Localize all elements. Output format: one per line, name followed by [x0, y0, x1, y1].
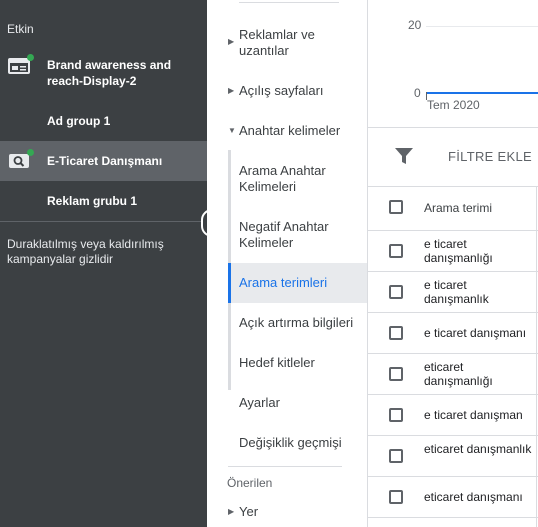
row-checkbox[interactable]: [389, 285, 403, 299]
search-term-cell: eticaret danışmanı: [424, 490, 523, 504]
row-checkbox[interactable]: [389, 244, 403, 258]
add-filter-button[interactable]: FİLTRE EKLE: [448, 149, 532, 164]
nav-item-change-history[interactable]: Değişiklik geçmişi: [239, 435, 359, 451]
campaign-sidebar: Etkin Brand awareness and reach-Display-…: [0, 0, 207, 527]
row-checkbox[interactable]: [389, 449, 403, 463]
suggested-section-label: Önerilen: [227, 476, 273, 490]
nav-item-auction-insights[interactable]: Açık artırma bilgileri: [239, 315, 359, 331]
row-checkbox[interactable]: [389, 408, 403, 422]
search-term-cell: e ticaret danışmanlık: [424, 278, 489, 306]
nav-item-negative-keywords[interactable]: Negatif Anahtar Kelimeler: [239, 219, 359, 251]
display-campaign-icon: [8, 58, 30, 74]
campaign-item-eticaret[interactable]: E-Ticaret Danışmanı: [0, 141, 207, 181]
performance-chart: 20 0 Tem 2020: [368, 0, 538, 127]
y-tick-label: 20: [408, 18, 422, 32]
expand-arrow-icon: ▶: [228, 37, 235, 46]
active-status-dot: [27, 149, 34, 156]
expand-arrow-icon: ▶: [228, 86, 235, 95]
row-checkbox[interactable]: [389, 490, 403, 504]
hidden-campaigns-note: Duraklatılmış veya kaldırılmış kampanyal…: [7, 237, 164, 266]
table-row: eticaret danışmanı: [368, 477, 538, 518]
page-nav: ▶ Reklamlar ve uzantılar ▶ Açılış sayfal…: [207, 0, 367, 527]
search-term-cell: eticaret danışmanlığı: [424, 360, 493, 388]
select-all-checkbox[interactable]: [389, 200, 403, 214]
y-tick-label: 0: [414, 86, 421, 100]
expand-arrow-icon: ▶: [228, 507, 235, 516]
search-term-cell: eticaret danışmanlık: [424, 442, 532, 456]
grid-line: [426, 26, 538, 27]
filter-bar: FİLTRE EKLE: [368, 127, 538, 187]
row-checkbox[interactable]: [389, 326, 403, 340]
series-line: [426, 92, 538, 94]
search-term-cell: e ticaret danışmanı: [424, 326, 527, 340]
campaign-name: E-Ticaret Danışmanı: [47, 154, 163, 168]
divider: [0, 221, 207, 222]
search-term-cell: e ticaret danışmanlığı: [424, 237, 493, 265]
column-divider: [536, 186, 537, 527]
table-row: e ticaret danışman: [368, 395, 538, 436]
nav-selected-indicator: [228, 263, 231, 303]
nav-item-search-terms[interactable]: Arama terimleri: [239, 275, 359, 291]
table-row: e ticaret danışmanı: [368, 313, 538, 354]
nav-item-keywords[interactable]: Anahtar kelimeler: [239, 123, 359, 139]
ad-group-item[interactable]: Reklam grubu 1: [0, 188, 207, 214]
campaign-name: Brand awareness and reach-Display-2: [47, 58, 172, 88]
nav-item-location[interactable]: Yer: [239, 504, 359, 520]
table-row: eticaret danışmanlık: [368, 436, 538, 477]
nav-item-audiences[interactable]: Hedef kitleler: [239, 355, 359, 371]
nav-item-settings[interactable]: Ayarlar: [239, 395, 359, 411]
table-row: e ticaret danışmanlığı: [368, 231, 538, 272]
search-term-cell: e ticaret danışman: [424, 408, 523, 422]
campaign-item-brand-awareness[interactable]: Brand awareness and reach-Display-2: [0, 52, 207, 92]
divider: [228, 466, 342, 467]
nav-item-ads-extensions[interactable]: Reklamlar ve uzantılar: [239, 27, 359, 59]
ad-group-item[interactable]: Ad group 1: [0, 108, 207, 134]
table-row: e ticaret danışmanlık: [368, 272, 538, 313]
nav-item-search-keywords[interactable]: Arama Anahtar Kelimeleri: [239, 163, 359, 195]
active-status-dot: [27, 54, 34, 61]
search-campaign-icon: [8, 153, 30, 169]
main-content: 20 0 Tem 2020 FİLTRE EKLE Arama terimi e…: [367, 0, 538, 527]
x-tick-label: Tem 2020: [427, 98, 480, 112]
section-label: Etkin: [7, 22, 34, 36]
collapse-arrow-icon: ▼: [228, 126, 236, 135]
nav-cut-item: [239, 0, 339, 3]
table-row: eticaret danışmanlığı: [368, 354, 538, 395]
table-header-row: Arama terimi: [368, 186, 538, 231]
row-checkbox[interactable]: [389, 367, 403, 381]
nav-item-landing-pages[interactable]: Açılış sayfaları: [239, 83, 359, 99]
ad-group-name: Reklam grubu 1: [47, 194, 138, 208]
filter-icon[interactable]: [395, 148, 413, 169]
ad-group-name: Ad group 1: [47, 114, 111, 128]
column-header-search-term[interactable]: Arama terimi: [424, 201, 534, 215]
